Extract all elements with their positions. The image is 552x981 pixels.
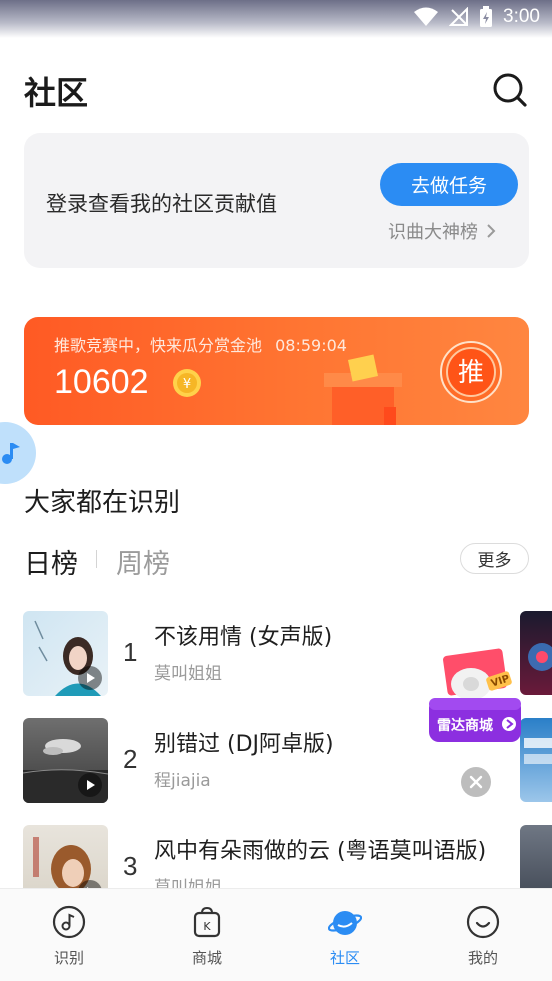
promo-label: 雷达商城 bbox=[437, 718, 493, 734]
song-cover[interactable] bbox=[23, 718, 108, 803]
svg-text:¥: ¥ bbox=[183, 377, 191, 392]
more-button[interactable]: 更多 bbox=[460, 543, 529, 574]
contest-description: 推歌竞赛中，快来瓜分赏金池 bbox=[54, 336, 263, 355]
song-title: 风中有朵雨做的云 (粤语莫叫语版) bbox=[154, 839, 487, 864]
planet-icon bbox=[328, 911, 362, 935]
push-badge-label: 推 bbox=[458, 358, 484, 388]
nav-item-community[interactable]: 社区 bbox=[276, 889, 414, 981]
bottom-nav: 识别 K 商城 社区 我的 bbox=[0, 888, 552, 981]
page: 3:00 社区 登录查看我的社区贡献值 去做任务 识曲大神榜 推歌竞赛中，快来瓜… bbox=[0, 0, 552, 981]
tab-weekly[interactable]: 周榜 bbox=[116, 542, 170, 581]
song-cover[interactable] bbox=[23, 611, 108, 696]
nav-label: 社区 bbox=[329, 949, 360, 967]
shop-bag-icon: K bbox=[193, 906, 221, 938]
song-rank: 2 bbox=[123, 744, 138, 774]
coin-icon: ¥ bbox=[173, 369, 201, 397]
prize-box-illustration bbox=[324, 354, 402, 425]
section-title: 大家都在识别 bbox=[24, 488, 181, 518]
ranking-link-label: 识曲大神榜 bbox=[388, 222, 478, 243]
svg-text:K: K bbox=[203, 920, 211, 933]
nav-label: 识别 bbox=[53, 949, 84, 967]
status-bar: 3:00 bbox=[0, 0, 552, 38]
push-song-badge: 推 bbox=[440, 341, 502, 403]
song-artist: 程jiajia bbox=[154, 771, 211, 791]
radar-mall-promo[interactable]: VIP 雷达商城 bbox=[425, 648, 525, 748]
ranking-link[interactable]: 识曲大神榜 bbox=[388, 218, 496, 244]
search-button[interactable] bbox=[490, 70, 530, 110]
tab-daily[interactable]: 日榜 bbox=[24, 542, 78, 581]
play-icon bbox=[78, 666, 102, 690]
music-note-icon bbox=[52, 905, 86, 939]
song-title: 别错过 (DJ阿卓版) bbox=[154, 732, 334, 757]
floating-music-button[interactable] bbox=[0, 422, 36, 484]
status-icons: 3:00 bbox=[413, 6, 540, 28]
close-icon bbox=[461, 767, 491, 797]
contest-banner[interactable]: 推歌竞赛中，快来瓜分赏金池 08:59:04 10602 ¥ 推 bbox=[24, 317, 529, 425]
nav-label: 商城 bbox=[191, 949, 222, 967]
tab-divider bbox=[96, 550, 97, 568]
contribution-card: 登录查看我的社区贡献值 去做任务 识曲大神榜 bbox=[24, 133, 529, 268]
song-title: 不该用情 (女声版) bbox=[154, 625, 333, 650]
no-signal-icon bbox=[449, 7, 469, 26]
status-time: 3:00 bbox=[503, 6, 540, 27]
page-title: 社区 bbox=[24, 74, 89, 112]
song-artist: 莫叫姐姐 bbox=[154, 664, 222, 684]
play-icon bbox=[78, 773, 102, 797]
music-note-icon bbox=[2, 443, 20, 464]
promo-close-button[interactable] bbox=[461, 767, 491, 797]
battery-charging-icon bbox=[480, 6, 493, 27]
wifi-icon bbox=[414, 7, 439, 26]
contribution-login-text[interactable]: 登录查看我的社区贡献值 bbox=[46, 188, 277, 218]
song-rank: 1 bbox=[123, 637, 138, 667]
prize-pool-amount: 10602 bbox=[54, 363, 149, 401]
nav-label: 我的 bbox=[467, 949, 498, 967]
nav-item-shop[interactable]: K 商城 bbox=[138, 889, 276, 981]
nav-item-recognize[interactable]: 识别 bbox=[0, 889, 138, 981]
do-task-button[interactable]: 去做任务 bbox=[380, 163, 518, 206]
smile-face-icon bbox=[466, 905, 500, 939]
chevron-right-icon bbox=[487, 224, 496, 238]
song-rank: 3 bbox=[123, 851, 138, 881]
search-icon bbox=[493, 73, 527, 107]
nav-item-me[interactable]: 我的 bbox=[414, 889, 552, 981]
